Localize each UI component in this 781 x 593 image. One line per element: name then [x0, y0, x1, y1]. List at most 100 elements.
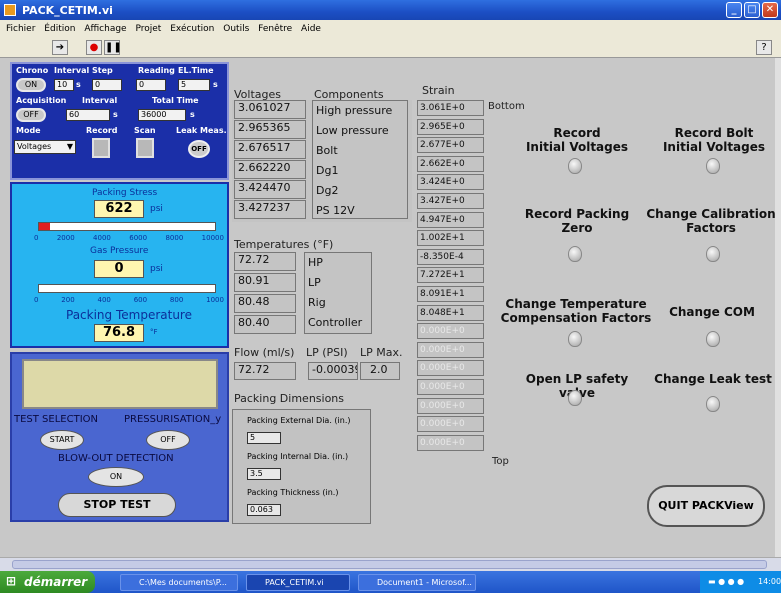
- dimensions-header: Packing Dimensions: [234, 392, 345, 405]
- stress-tick: 2000: [56, 234, 75, 242]
- mode-select-value: Voltages: [17, 142, 52, 151]
- packing-stress-unit: psi: [150, 204, 163, 214]
- chrono-toggle-button[interactable]: ON: [16, 78, 46, 92]
- taskbar-word[interactable]: Document1 - Microsof...: [358, 574, 476, 591]
- interval-input[interactable]: 10: [54, 79, 74, 91]
- packing-temp-label: Packing Temperature: [66, 308, 192, 322]
- temperature-cell: 80.48: [234, 294, 296, 313]
- record-button[interactable]: [92, 138, 110, 158]
- stress-tick: 8000: [165, 234, 184, 242]
- windows-logo-icon: ⊞: [6, 574, 17, 588]
- component-item: Dg1: [316, 164, 339, 177]
- menu-affichage[interactable]: Affichage: [84, 24, 126, 34]
- menu-aide[interactable]: Aide: [301, 24, 321, 34]
- temperature-label: Rig: [308, 296, 326, 309]
- step-label: Step: [92, 66, 113, 75]
- voltage-cell: 2.676517: [234, 140, 306, 159]
- strain-cell: 3.061E+0: [417, 100, 484, 116]
- help-icon[interactable]: ?: [756, 40, 772, 55]
- temperature-cell: 80.40: [234, 315, 296, 334]
- thickness-input[interactable]: 0.063: [247, 504, 281, 516]
- menu-execution[interactable]: Exécution: [170, 24, 214, 34]
- voltage-cell: 2.965365: [234, 120, 306, 139]
- strain-cell: 0.000E+0: [417, 341, 484, 358]
- menu-edition[interactable]: Édition: [44, 24, 75, 34]
- acquisition-toggle-button[interactable]: OFF: [16, 108, 46, 122]
- open-lp-valve-button[interactable]: [568, 390, 582, 406]
- strain-cell: 3.424E+0: [417, 174, 484, 191]
- quit-packview-button[interactable]: QUIT PACKView: [647, 485, 765, 527]
- strain-cell: 0.000E+0: [417, 323, 484, 340]
- change-com-button[interactable]: [706, 331, 720, 347]
- packing-stress-label: Packing Stress: [92, 188, 158, 198]
- taskbar-labview[interactable]: PACK_CETIM.vi: [246, 574, 350, 591]
- blowout-on-button[interactable]: ON: [88, 467, 144, 487]
- leak-meas-toggle[interactable]: OFF: [188, 140, 210, 158]
- menu-projet[interactable]: Projet: [135, 24, 161, 34]
- lp-value: -0.00039: [308, 362, 358, 380]
- total-time-input[interactable]: 36000: [138, 109, 186, 121]
- strain-cell: 3.427E+0: [417, 193, 484, 209]
- change-leak-test-button[interactable]: [706, 396, 720, 412]
- component-item: PS 12V: [316, 204, 355, 217]
- voltage-cell: 3.061027: [234, 100, 306, 119]
- blowout-label: BLOW-OUT DETECTION: [58, 453, 174, 464]
- total-time-unit: s: [190, 110, 195, 119]
- strain-cell: 7.272E+1: [417, 267, 484, 284]
- int-dia-label: Packing Internal Dia. (in.): [247, 452, 349, 461]
- record-initial-voltages-button[interactable]: [568, 158, 582, 174]
- strain-cell: 2.965E+0: [417, 118, 484, 135]
- strain-header: Strain: [422, 84, 455, 97]
- record-bolt-voltages-button[interactable]: [706, 158, 720, 174]
- ext-dia-input[interactable]: 5: [247, 432, 281, 444]
- temperature-label: Controller: [308, 316, 363, 329]
- stress-tick: 6000: [129, 234, 148, 242]
- acquisition-label: Acquisition: [16, 96, 67, 105]
- strain-top-label: Top: [492, 456, 509, 467]
- component-item: Bolt: [316, 144, 338, 157]
- el-time-unit: s: [213, 80, 218, 89]
- record-bolt-voltages-label: Record Bolt Initial Voltages: [662, 126, 766, 154]
- menu-fenetre[interactable]: Fenêtre: [258, 24, 292, 34]
- lp-max-value: 2.0: [370, 363, 388, 376]
- record-packing-zero-button[interactable]: [568, 246, 582, 262]
- minimize-button[interactable]: _: [726, 2, 742, 18]
- mode-select[interactable]: Voltages ▼: [14, 140, 76, 154]
- strain-cell: 2.677E+0: [417, 137, 484, 154]
- reading-display: 0: [136, 79, 166, 91]
- scroll-thumb[interactable]: [12, 560, 767, 569]
- pause-icon[interactable]: ❚❚: [104, 40, 122, 55]
- int-dia-input[interactable]: 3.5: [247, 468, 281, 480]
- strain-bottom-label: Bottom: [488, 101, 525, 112]
- temperatures-header: Temperatures (°F): [234, 238, 334, 251]
- change-calibration-button[interactable]: [706, 246, 720, 262]
- strain-cell: 0.000E+0: [417, 379, 484, 395]
- packing-temp-value: 76.8: [94, 324, 144, 342]
- flow-value: 72.72: [234, 362, 296, 380]
- menu-bar: Fichier Édition Affichage Projet Exécuti…: [0, 20, 781, 38]
- voltages-table: 3.061027 2.965365 2.676517 2.662220 3.42…: [232, 100, 412, 222]
- taskbar-explorer[interactable]: C:\Mes documents\P...: [120, 574, 238, 591]
- scan-button[interactable]: [136, 138, 154, 158]
- horizontal-scrollbar[interactable]: [0, 557, 781, 571]
- acq-interval-input[interactable]: 60: [66, 109, 110, 121]
- gas-tick: 1000: [206, 296, 224, 304]
- mode-label: Mode: [16, 126, 41, 135]
- start-button[interactable]: ⊞ démarrer: [0, 571, 95, 593]
- gas-pressure-value: 0: [94, 260, 144, 278]
- close-button[interactable]: ✕: [762, 2, 778, 18]
- abort-icon[interactable]: ●: [86, 40, 102, 55]
- temperature-cell: 72.72: [234, 252, 296, 271]
- run-arrow-icon[interactable]: ➔: [52, 40, 68, 55]
- change-temperature-button[interactable]: [568, 331, 582, 347]
- thickness-label: Packing Thickness (in.): [247, 488, 339, 497]
- dropdown-arrow-icon: ▼: [66, 142, 73, 151]
- stop-test-button[interactable]: STOP TEST: [58, 493, 176, 517]
- pressurisation-off-button[interactable]: OFF: [146, 430, 190, 450]
- start-button[interactable]: START: [40, 430, 84, 450]
- el-time-display: 5: [178, 79, 210, 91]
- menu-outils[interactable]: Outils: [223, 24, 249, 34]
- menu-fichier[interactable]: Fichier: [6, 24, 35, 34]
- lp-max-input[interactable]: 2.0: [360, 362, 400, 380]
- maximize-button[interactable]: □: [744, 2, 760, 18]
